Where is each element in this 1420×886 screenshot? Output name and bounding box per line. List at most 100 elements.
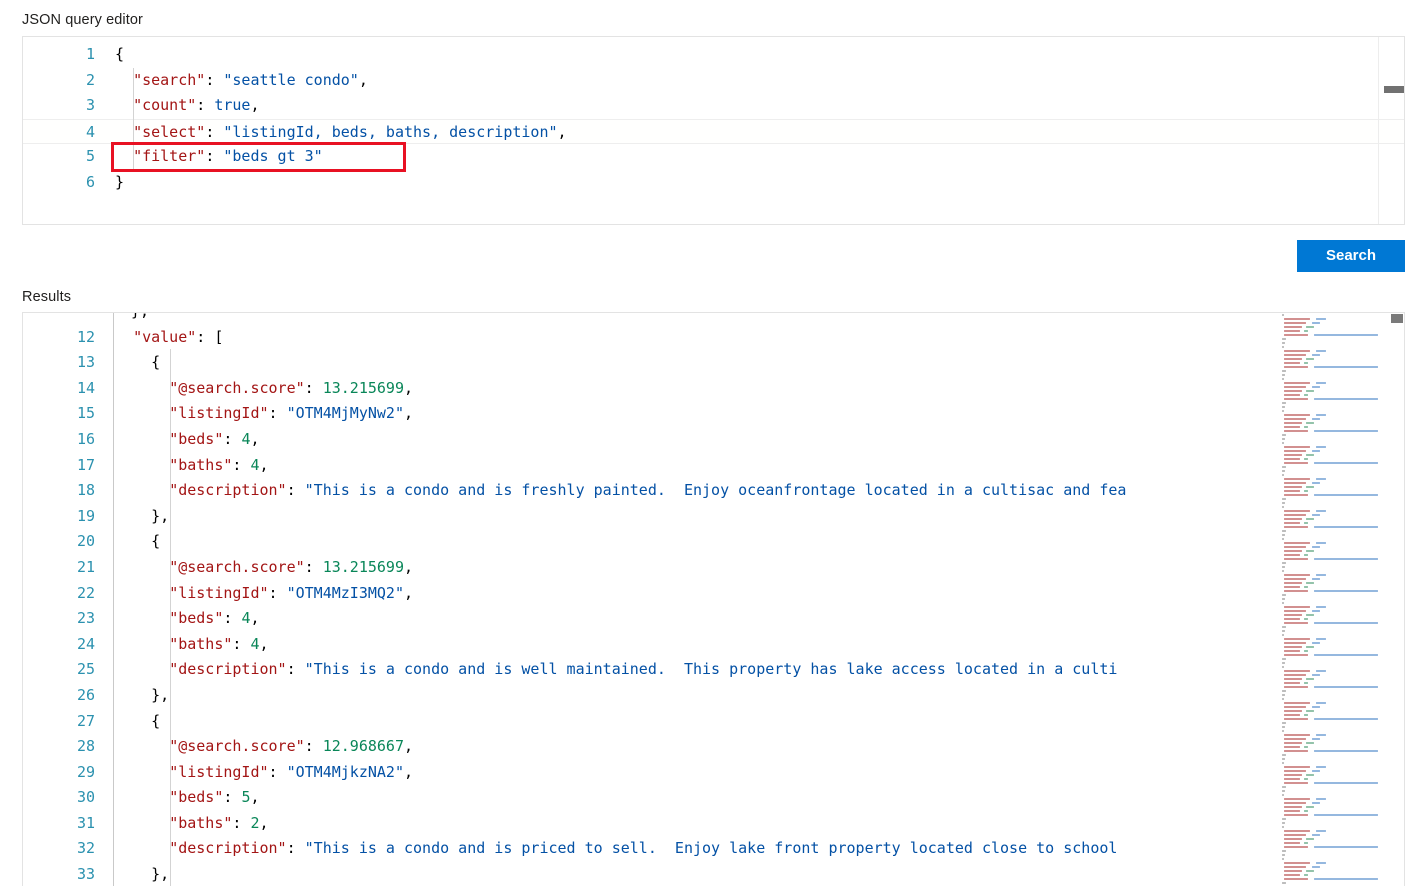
minimap-token xyxy=(1304,617,1308,621)
minimap-token xyxy=(1306,389,1314,393)
results-editor[interactable]: },12 "value": [13 {14 "@search.score": 1… xyxy=(22,312,1405,886)
query-code-area[interactable]: 1{2 "search": "seattle condo", 3 "count":… xyxy=(23,37,1404,224)
clipped-code-text: }, xyxy=(131,313,149,325)
minimap-token xyxy=(1314,525,1378,529)
minimap-token xyxy=(1284,617,1300,621)
minimap-token xyxy=(1312,801,1320,805)
code-line[interactable]: 26 }, xyxy=(23,683,1404,709)
json-query-editor-label: JSON query editor xyxy=(22,12,143,28)
code-text: "baths": 4, xyxy=(169,455,269,474)
code-line[interactable]: 19 }, xyxy=(23,504,1404,530)
code-line[interactable]: 4 "select": "listingId, beds, baths, des… xyxy=(23,118,1404,145)
minimap-token xyxy=(1284,349,1310,353)
minimap-token xyxy=(1306,357,1314,361)
minimap-token xyxy=(1284,485,1302,489)
code-line[interactable]: 16 "beds": 4, xyxy=(23,427,1404,453)
line-number: 27 xyxy=(76,711,95,730)
code-line[interactable]: 3 "count": true, xyxy=(23,93,1404,119)
minimap-token xyxy=(1312,769,1320,773)
minimap-token xyxy=(1284,453,1302,457)
minimap-token xyxy=(1284,389,1302,393)
json-query-editor[interactable]: 1{2 "search": "seattle condo", 3 "count":… xyxy=(22,36,1405,225)
minimap-token xyxy=(1314,749,1378,753)
minimap-token xyxy=(1312,577,1320,581)
line-number: 23 xyxy=(76,609,95,628)
code-line[interactable]: 5 "filter": "beds gt 3" xyxy=(23,144,1404,170)
code-line[interactable]: 31 "baths": 2, xyxy=(23,811,1404,837)
code-text: "listingId": "OTM4MjkzNA2", xyxy=(169,762,414,781)
code-line[interactable]: 23 "beds": 4, xyxy=(23,606,1404,632)
minimap-token xyxy=(1316,829,1326,833)
minimap-token xyxy=(1282,469,1285,473)
code-line[interactable]: 6} xyxy=(23,170,1404,196)
minimap-token xyxy=(1284,833,1306,837)
minimap-token xyxy=(1316,317,1326,321)
minimap-token xyxy=(1316,541,1326,545)
search-button[interactable]: Search xyxy=(1297,240,1405,272)
minimap-token xyxy=(1312,545,1320,549)
code-line[interactable]: 22 "listingId": "OTM4MzI3MQ2", xyxy=(23,581,1404,607)
code-line[interactable]: 28 "@search.score": 12.968667, xyxy=(23,734,1404,760)
code-line[interactable]: 32 "description": "This is a condo and i… xyxy=(23,836,1404,862)
minimap-token xyxy=(1284,321,1306,325)
minimap-token xyxy=(1284,717,1308,721)
minimap-token xyxy=(1314,845,1378,849)
minimap-token xyxy=(1284,605,1310,609)
query-horizontal-scrollbar-thumb[interactable] xyxy=(1384,86,1404,93)
minimap-token xyxy=(1284,609,1306,613)
minimap-token xyxy=(1282,497,1286,501)
code-line[interactable]: 29 "listingId": "OTM4MjkzNA2", xyxy=(23,760,1404,786)
code-line[interactable]: 30 "beds": 5, xyxy=(23,785,1404,811)
minimap-token xyxy=(1314,781,1378,785)
results-minimap[interactable] xyxy=(1280,313,1390,886)
code-line[interactable]: 17 "baths": 4, xyxy=(23,453,1404,479)
code-line[interactable]: 27 { xyxy=(23,709,1404,735)
code-line[interactable]: 13 { xyxy=(23,350,1404,376)
code-text: "listingId": "OTM4MzI3MQ2", xyxy=(169,583,414,602)
code-line[interactable]: 12 "value": [ xyxy=(23,325,1404,351)
minimap-token xyxy=(1284,513,1306,517)
code-line[interactable]: 20 { xyxy=(23,529,1404,555)
results-vertical-scrollbar-thumb[interactable] xyxy=(1391,314,1403,323)
line-number: 13 xyxy=(76,353,95,372)
code-line[interactable]: 25 "description": "This is a condo and i… xyxy=(23,657,1404,683)
line-number: 5 xyxy=(85,147,95,166)
line-number: 14 xyxy=(76,378,95,397)
minimap-token xyxy=(1282,561,1286,565)
minimap-token xyxy=(1316,509,1326,513)
code-text: "baths": 2, xyxy=(169,813,269,832)
minimap-token xyxy=(1282,537,1284,541)
code-line[interactable]: 14 "@search.score": 13.215699, xyxy=(23,376,1404,402)
code-text: { xyxy=(115,532,161,551)
minimap-token xyxy=(1284,329,1300,333)
code-line[interactable]: 33 }, xyxy=(23,862,1404,886)
minimap-token xyxy=(1282,761,1284,765)
minimap-token xyxy=(1304,841,1308,845)
query-vertical-scrollbar[interactable] xyxy=(1390,37,1404,224)
minimap-token xyxy=(1312,865,1320,869)
code-line[interactable]: 2 "search": "seattle condo", xyxy=(23,68,1404,94)
code-line[interactable]: 18 "description": "This is a condo and i… xyxy=(23,478,1404,504)
minimap-token xyxy=(1282,657,1286,661)
json-query-page: JSON query editor 1{2 "search": "seattle… xyxy=(0,0,1420,886)
minimap-token xyxy=(1312,705,1320,709)
line-number: 12 xyxy=(76,327,95,346)
minimap-token xyxy=(1312,833,1320,837)
minimap-token xyxy=(1282,409,1284,413)
minimap-token xyxy=(1304,745,1308,749)
results-code-area[interactable]: },12 "value": [13 {14 "@search.score": 1… xyxy=(23,313,1404,886)
minimap-token xyxy=(1306,709,1314,713)
code-line[interactable]: 15 "listingId": "OTM4MjMyNw2", xyxy=(23,401,1404,427)
minimap-token xyxy=(1282,625,1286,629)
code-line[interactable]: 21 "@search.score": 13.215699, xyxy=(23,555,1404,581)
code-text: "description": "This is a condo and is p… xyxy=(169,839,1118,858)
code-line[interactable]: 1{ xyxy=(23,42,1404,68)
code-line[interactable]: 24 "baths": 4, xyxy=(23,632,1404,658)
minimap-token xyxy=(1306,741,1314,745)
minimap-token xyxy=(1284,813,1308,817)
code-text: "@search.score": 12.968667, xyxy=(169,737,414,756)
results-vertical-scrollbar[interactable] xyxy=(1390,313,1404,886)
minimap-token xyxy=(1284,745,1300,749)
line-number: 30 xyxy=(76,788,95,807)
minimap-token xyxy=(1314,397,1378,401)
